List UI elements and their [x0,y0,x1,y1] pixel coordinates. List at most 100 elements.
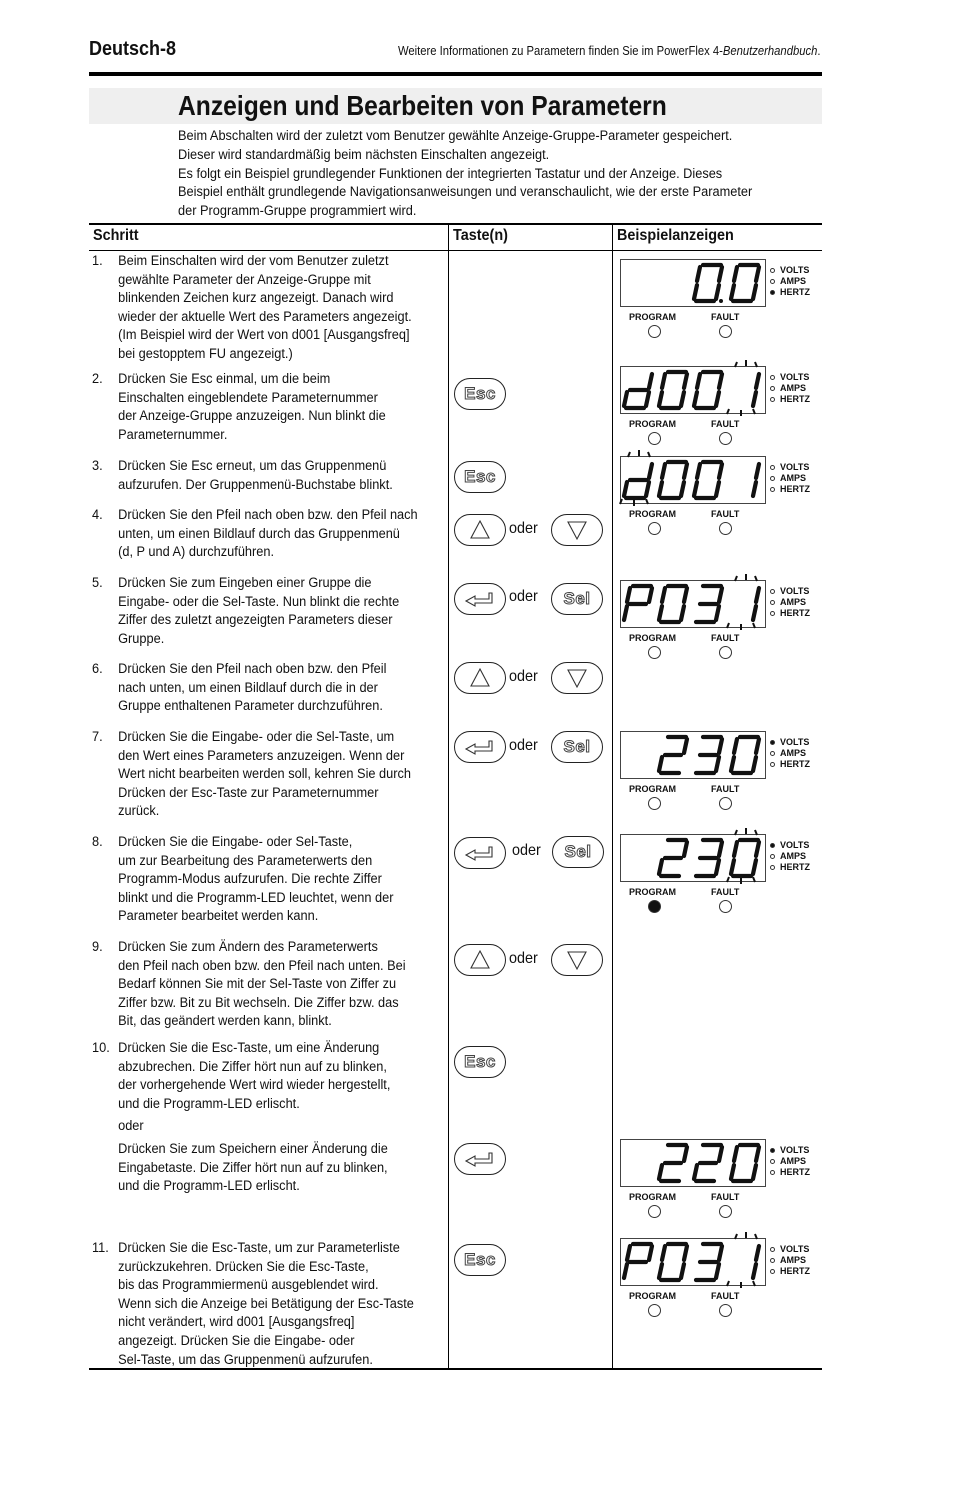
down-arrow-key[interactable] [551,662,603,694]
seven-segment-readout [621,360,762,416]
example-display: VOLTS AMPS HERTZ PROGRAM FAULT [620,1232,835,1328]
blink-mark [752,408,756,415]
esc-key[interactable]: Esc [454,1046,506,1078]
digit-segment [731,1144,740,1164]
unit-label: HERTZ [780,862,810,872]
enter-key[interactable] [454,837,506,869]
esc-key-label: Esc [464,1250,496,1270]
blink-mark [726,622,730,629]
unit-indicator-amps: AMPS [770,851,806,862]
indicator-led-icon [770,854,775,860]
digit-segment [694,461,703,481]
step-text-line: Drücken Sie die Eingabe- oder Sel-Taste, [118,834,353,850]
fault-led-icon [719,432,732,445]
esc-key[interactable]: Esc [454,461,506,493]
step-text-line: Bit, das geändert werden kann, blinkt. [118,1013,332,1030]
up-arrow-key[interactable] [454,514,506,546]
step-number: 8. [92,834,103,850]
esc-key[interactable]: Esc [454,378,506,410]
step-number: 6. [92,661,103,677]
sel-key[interactable]: Sel [551,731,603,763]
blink-mark [734,361,738,368]
digit-segment [678,1261,687,1281]
program-led-icon [648,325,661,338]
blink-mark [752,876,756,883]
digit-segment [678,603,687,623]
indicator-led-icon [770,1247,775,1253]
step-text-line: Drücken Sie die Esc-Taste, um zur Parame… [118,1240,400,1256]
sel-key-label: Sel [564,842,592,862]
triangle-down-icon [567,669,587,689]
unit-label: VOLTS [780,1244,810,1254]
indicator-led-icon [770,843,775,849]
step-number: 9. [92,939,103,955]
digit-segment [753,371,762,391]
step-text: oder [118,1117,443,1136]
digit-segment [656,1261,665,1281]
header-rule [89,72,822,76]
digit-segment [656,857,665,877]
step-text-line: Wert nicht bearbeiten werden soll, kehre… [118,766,412,783]
digit-segment [681,461,690,481]
digit-segment [716,1243,725,1263]
step-number: 5. [92,575,103,591]
digit-segment [678,389,687,409]
unit-label: AMPS [780,383,807,393]
step-text-line: den Wert eines Parameters anzuzeigen. We… [118,747,405,764]
triangle-down-icon [567,951,587,971]
reference-end: . [816,44,820,58]
blink-mark [734,829,738,836]
step-number: 4. [92,507,103,523]
digit-segment [713,857,722,877]
unit-label: VOLTS [780,462,810,472]
blink-mark [645,498,649,505]
page-label: Deutsch-8 [89,38,177,60]
digit-segment [646,461,655,481]
digit-segment [713,603,722,623]
indicator-led-icon [770,762,775,768]
up-arrow-key[interactable] [454,944,506,976]
or-label: oder [512,842,541,859]
unit-label: AMPS [780,597,807,607]
down-arrow-key[interactable] [551,944,603,976]
sel-key[interactable]: Sel [552,836,604,868]
unit-label: HERTZ [780,287,810,297]
program-label: PROGRAM [629,419,676,429]
esc-key[interactable]: Esc [454,1244,506,1276]
step-text-line: (Im Beispiel wird der Wert von d001 [Aus… [118,327,410,344]
step-text: Drücken Sie den Pfeil nach oben bzw. den… [118,660,443,716]
fault-label: FAULT [711,1291,740,1301]
digit-segment [753,1243,762,1263]
enter-key[interactable] [454,583,506,615]
step-number: 3. [92,458,103,474]
digit-segment [716,736,725,756]
digit-segment [691,282,700,302]
digit-segment [750,754,759,774]
enter-key[interactable] [454,731,506,763]
sel-key[interactable]: Sel [551,583,603,615]
unit-label: AMPS [780,473,807,483]
down-arrow-key[interactable] [551,514,603,546]
fault-led-icon [719,325,732,338]
digit-segment [753,461,762,481]
digit-segment [753,585,762,605]
enter-key[interactable] [454,1143,506,1175]
up-arrow-key[interactable] [454,662,506,694]
step-number: 11. [92,1240,109,1256]
intro-line: der Programm-Gruppe programmiert wird. [178,203,417,220]
step-text-line: Einschalten eingeblendete Parameternumme… [118,389,378,406]
digit-segment [659,585,668,605]
unit-label: HERTZ [780,608,810,618]
seven-segment-readout [656,734,762,776]
unit-indicator-volts: VOLTS [770,1145,809,1156]
indicator-led-icon [770,476,775,482]
step-text-line: Drücken Sie Esc einmal, um die beim [118,371,331,387]
fault-led-icon [719,1304,732,1317]
digit-segment [681,371,690,391]
fault-led-icon [719,646,732,659]
enter-arrow-icon [464,740,493,755]
unit-label: HERTZ [780,759,810,769]
step-text: Drücken Sie Esc einmal, um die beim Einsc… [118,370,443,444]
intro-line: Dieser wird standardmäßig beim nächsten … [178,146,550,163]
step-text-line: Wenn sich die Anzeige bei Betätigung der… [118,1295,414,1312]
